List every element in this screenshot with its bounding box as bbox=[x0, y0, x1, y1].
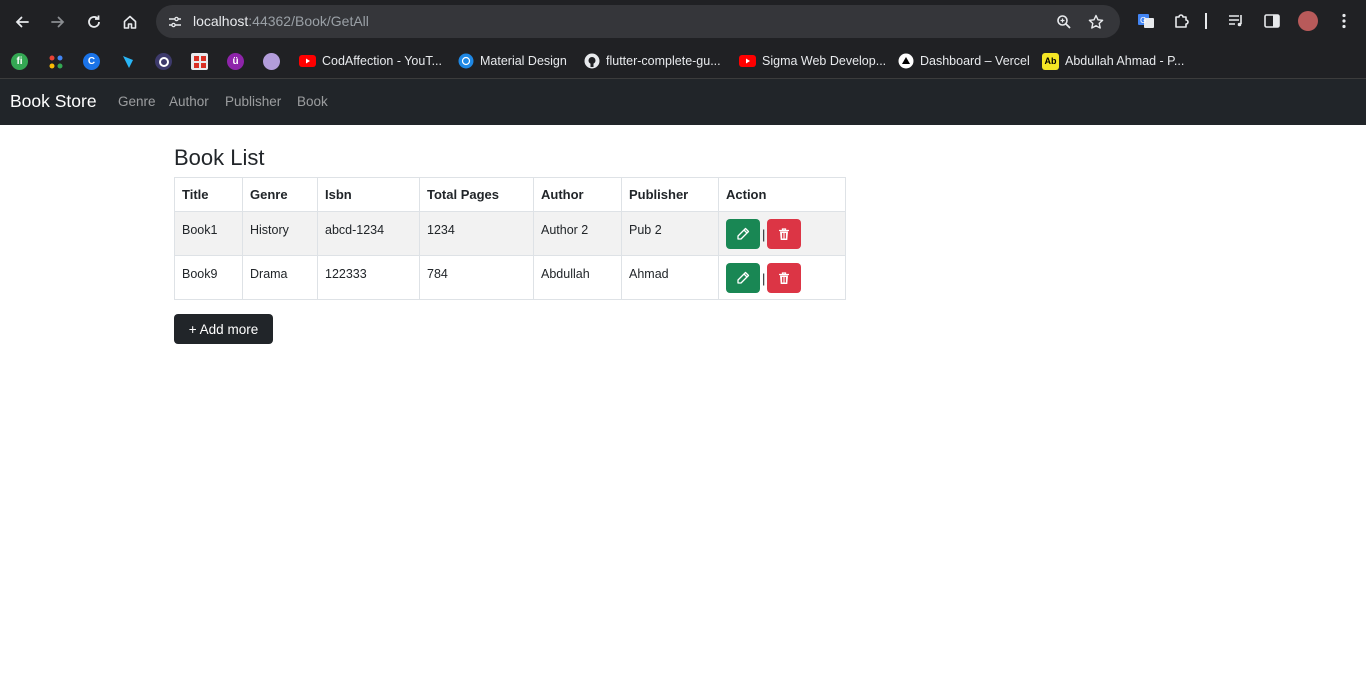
trash-icon bbox=[779, 271, 790, 284]
cell-author: Abdullah bbox=[533, 255, 622, 300]
bookmark-label: Material Design bbox=[480, 54, 567, 68]
cell-title: Book1 bbox=[174, 211, 243, 256]
bookmark-item[interactable]: Dashboard – Vercel bbox=[897, 52, 1030, 70]
cell-publisher: Pub 2 bbox=[621, 211, 719, 256]
bookmark-item[interactable]: Sigma Web Develop... bbox=[739, 52, 886, 70]
bookmark-star-icon[interactable] bbox=[1085, 11, 1107, 33]
cell-isbn: abcd-1234 bbox=[317, 211, 420, 256]
forward-icon[interactable] bbox=[44, 8, 72, 36]
column-header-author: Author bbox=[533, 177, 622, 212]
cell-total-pages: 784 bbox=[419, 255, 534, 300]
bookmark-label: Abdullah Ahmad - P... bbox=[1065, 54, 1185, 68]
bookmark-item[interactable]: Ab Abdullah Ahmad - P... bbox=[1042, 52, 1184, 70]
bookmark-item[interactable]: CodAffection - YouT... bbox=[299, 52, 442, 70]
bookmark-fi-icon[interactable]: fi bbox=[11, 53, 28, 70]
brand-link[interactable]: Book Store bbox=[10, 91, 97, 112]
table-row: Book1 History abcd-1234 1234 Author 2 Pu… bbox=[174, 211, 846, 256]
ab-icon: Ab bbox=[1042, 52, 1059, 70]
cell-genre: History bbox=[242, 211, 318, 256]
bookmark-dots-icon[interactable] bbox=[47, 53, 64, 70]
nav-link-genre[interactable]: Genre bbox=[118, 94, 156, 109]
column-header-isbn: Isbn bbox=[317, 177, 420, 212]
youtube-icon bbox=[299, 53, 316, 70]
column-header-title: Title bbox=[174, 177, 243, 212]
bookmark-u-icon[interactable]: ü bbox=[227, 53, 244, 70]
translate-extension-icon[interactable]: G bbox=[1135, 10, 1157, 32]
bookmark-label: Dashboard – Vercel bbox=[920, 54, 1030, 68]
address-bar[interactable]: localhost:44362/Book/GetAll bbox=[156, 5, 1120, 38]
column-header-publisher: Publisher bbox=[621, 177, 719, 212]
cell-publisher: Ahmad bbox=[621, 255, 719, 300]
bookmark-dart-icon[interactable] bbox=[119, 53, 136, 70]
bookmark-label: CodAffection - YouT... bbox=[322, 54, 442, 68]
app-navbar: Book Store Genre Author Publisher Book bbox=[0, 79, 1366, 125]
extensions-puzzle-icon[interactable] bbox=[1171, 10, 1193, 32]
bookmark-grid-icon[interactable] bbox=[191, 53, 208, 70]
cell-total-pages: 1234 bbox=[419, 211, 534, 256]
table-header-row: Title Genre Isbn Total Pages Author Publ… bbox=[174, 177, 846, 212]
bookmark-label: flutter-complete-gu... bbox=[606, 54, 721, 68]
cell-actions: | bbox=[718, 211, 846, 256]
side-panel-icon[interactable] bbox=[1261, 10, 1283, 32]
table-row: Book9 Drama 122333 784 Abdullah Ahmad | bbox=[174, 255, 846, 300]
edit-button[interactable] bbox=[726, 263, 760, 293]
cell-actions: | bbox=[718, 255, 846, 300]
nav-link-publisher[interactable]: Publisher bbox=[225, 94, 281, 109]
cell-author: Author 2 bbox=[533, 211, 622, 256]
column-header-total-pages: Total Pages bbox=[419, 177, 534, 212]
cell-title: Book9 bbox=[174, 255, 243, 300]
zoom-icon[interactable] bbox=[1053, 11, 1075, 33]
cell-genre: Drama bbox=[242, 255, 318, 300]
bookmark-item[interactable]: flutter-complete-gu... bbox=[583, 52, 721, 70]
svg-text:G: G bbox=[1140, 16, 1146, 25]
home-icon[interactable] bbox=[116, 8, 144, 36]
url-text: localhost:44362/Book/GetAll bbox=[193, 13, 369, 29]
bookmark-item[interactable]: Material Design bbox=[457, 52, 567, 70]
bookmarks-bar: fi C ü CodAffection - YouT... Material D… bbox=[0, 43, 1366, 79]
book-table: Title Genre Isbn Total Pages Author Publ… bbox=[174, 177, 846, 300]
bookmark-c-icon[interactable]: C bbox=[83, 53, 100, 70]
bookmark-label: Sigma Web Develop... bbox=[762, 54, 887, 68]
edit-button[interactable] bbox=[726, 219, 760, 249]
delete-button[interactable] bbox=[767, 219, 802, 249]
page-title: Book List bbox=[174, 145, 265, 170]
trash-icon bbox=[779, 227, 790, 240]
pencil-icon bbox=[737, 227, 750, 240]
add-more-button[interactable]: + Add more bbox=[174, 314, 273, 344]
media-control-icon[interactable] bbox=[1225, 10, 1247, 32]
material-icon bbox=[457, 53, 474, 70]
browser-menu-icon[interactable] bbox=[1333, 10, 1355, 32]
bookmark-arc-icon[interactable] bbox=[155, 53, 172, 70]
reload-icon[interactable] bbox=[80, 8, 108, 36]
nav-link-book[interactable]: Book bbox=[297, 94, 328, 109]
column-header-action: Action bbox=[718, 177, 846, 212]
cell-isbn: 122333 bbox=[317, 255, 420, 300]
back-icon[interactable] bbox=[8, 8, 36, 36]
delete-button[interactable] bbox=[767, 263, 802, 293]
browser-toolbar: localhost:44362/Book/GetAll G bbox=[0, 0, 1366, 43]
pencil-icon bbox=[737, 271, 750, 284]
github-icon bbox=[583, 53, 600, 70]
nav-link-author[interactable]: Author bbox=[169, 94, 209, 109]
profile-avatar-icon[interactable] bbox=[1297, 10, 1319, 32]
toolbar-divider bbox=[1205, 13, 1207, 29]
action-separator: | bbox=[762, 270, 766, 286]
youtube-icon bbox=[739, 53, 756, 70]
bookmark-avatar-icon[interactable] bbox=[263, 53, 280, 70]
site-info-icon[interactable] bbox=[165, 12, 185, 32]
vercel-icon bbox=[897, 53, 914, 70]
action-separator: | bbox=[762, 226, 766, 242]
column-header-genre: Genre bbox=[242, 177, 318, 212]
